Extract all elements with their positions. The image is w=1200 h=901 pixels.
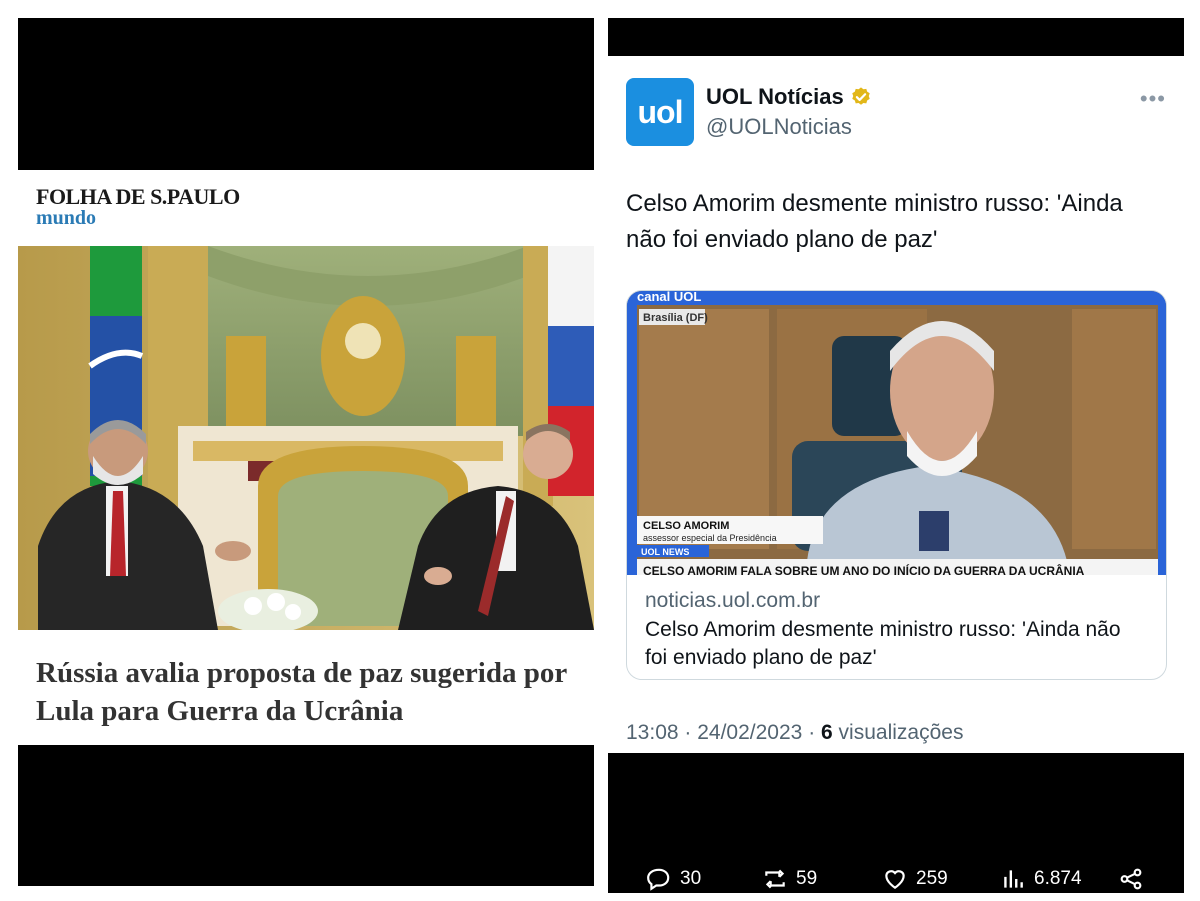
- link-preview-card[interactable]: Brasília (DF) canal UOL CELSO AMORIM ass…: [626, 290, 1167, 680]
- more-options-icon[interactable]: •••: [1140, 86, 1166, 112]
- heart-icon: [885, 870, 905, 889]
- display-name[interactable]: UOL Notícias: [706, 84, 872, 110]
- news-ticker: CELSO AMORIM FALA SOBRE UM ANO DO INÍCIO…: [643, 563, 1085, 575]
- kremlin-meeting-photo: [18, 246, 594, 630]
- lower-third-role: assessor especial da Presidência: [643, 533, 777, 543]
- views-button[interactable]: 6.874: [1000, 866, 1082, 892]
- retweet-icon: [765, 869, 785, 889]
- views-total: 6.874: [1034, 868, 1082, 889]
- tweet-meta: 13:08 · 24/02/2023 · 6 visualizações: [626, 721, 963, 745]
- tweet-text: Celso Amorim desmente ministro russo: 'A…: [626, 190, 1123, 253]
- tweet-action-bar: 30 59 259 6.874: [608, 866, 1184, 892]
- uol-avatar[interactable]: uol: [626, 78, 694, 146]
- reply-button[interactable]: 30: [646, 866, 701, 892]
- meta-separator: ·: [808, 721, 822, 744]
- like-count: 259: [916, 868, 948, 889]
- lower-third-name: CELSO AMORIM: [643, 520, 729, 532]
- tweet-time[interactable]: 13:08: [626, 721, 679, 744]
- retweet-button[interactable]: 59: [762, 866, 817, 892]
- reply-icon: [647, 868, 670, 891]
- views-count: 6: [821, 721, 833, 744]
- share-icon: [1120, 868, 1142, 890]
- views-label: visualizações: [838, 721, 964, 744]
- user-handle[interactable]: @UOLNoticias: [706, 114, 852, 140]
- redaction-bar-left-bottom: [18, 745, 594, 886]
- program-label: UOL NEWS: [641, 547, 689, 557]
- verified-badge-icon: [852, 87, 870, 105]
- share-button[interactable]: [1118, 866, 1144, 892]
- card-domain: noticias.uol.com.br: [645, 589, 821, 612]
- redaction-bar-right-top: [608, 18, 1184, 56]
- like-button[interactable]: 259: [882, 866, 948, 892]
- location-tag: Brasília (DF): [643, 312, 708, 324]
- card-video-thumbnail: Brasília (DF) canal UOL CELSO AMORIM ass…: [627, 291, 1166, 575]
- meta-separator: ·: [684, 721, 698, 744]
- tweet-date[interactable]: 24/02/2023: [697, 721, 802, 744]
- section-label[interactable]: mundo: [36, 207, 96, 230]
- news-broadcast-thumbnail: Brasília (DF) canal UOL CELSO AMORIM ass…: [627, 291, 1166, 575]
- redaction-bar-left-top: [18, 18, 594, 170]
- article-headline[interactable]: Rússia avalia proposta de paz sugerida p…: [36, 654, 576, 730]
- display-name-text: UOL Notícias: [706, 84, 844, 109]
- reply-count: 30: [680, 868, 702, 889]
- article-photo[interactable]: [18, 246, 594, 630]
- card-title: Celso Amorim desmente ministro russo: 'A…: [645, 618, 1121, 669]
- channel-label: canal UOL: [637, 291, 701, 304]
- bottom-gutter: [0, 893, 1200, 901]
- retweet-count: 59: [796, 868, 818, 889]
- analytics-icon: [1004, 870, 1023, 888]
